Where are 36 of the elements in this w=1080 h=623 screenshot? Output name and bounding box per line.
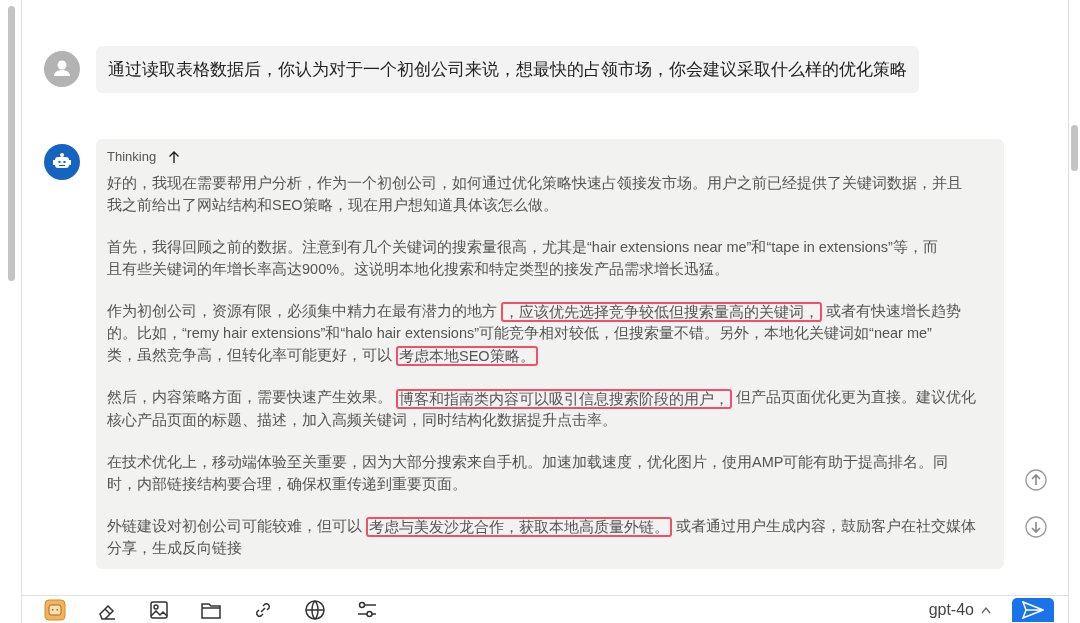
user-message: 通过读取表格数据后，你认为对于一个初创公司来说，想最快的占领市场，你会建议采取什么样的优化策略 xyxy=(96,46,919,93)
paragraph-text: 核心产品页面的标题、描述，加入高频关键词，同时结构化数据提升点击率。 xyxy=(107,411,617,428)
paragraph-text: 类，虽然竞争高，但转化率可能更好，可以 xyxy=(107,347,392,364)
paragraph-text: 的。比如，“remy hair extensions”和“halo hair extensions”可能竞争相对较低，但搜索量不错。另外，本地化关键词如“near me” xyxy=(107,325,932,342)
send-button[interactable] xyxy=(1012,597,1054,622)
paragraph-text: 或者有快速增长趋势 xyxy=(826,303,961,319)
highlighted-text: 考虑本地SEO策略。 xyxy=(396,346,538,367)
paragraph-text: 首先，我得回顾之前的数据。注意到有几个关键词的搜索量很高，尤其是“hair extensions near me”和“tape in extensions”等，而 xyxy=(107,239,938,255)
model-selector[interactable]: gpt-4o xyxy=(928,600,974,619)
paragraph-text: 在技术优化上，移动端体验至关重要，因为大部分搜索来自手机。加速加载速度，优化图片，使用AMP可能有助于提高排名。同 xyxy=(107,453,949,470)
paragraph-text: 且有些关键词的年增长率高达900%。这说明本地化搜索和特定类型的接发产品需求增长迅猛。 xyxy=(107,261,730,277)
globe-icon[interactable] xyxy=(304,598,326,621)
scrollbar[interactable] xyxy=(1071,125,1078,171)
user-avatar-icon xyxy=(44,51,80,87)
paragraph-text: 或者通过用户生成内容，鼓励客户在社交媒体 xyxy=(676,517,976,534)
scroll-up-icon[interactable] xyxy=(1025,469,1047,491)
paragraph-text: 好的，我现在需要帮用户分析，作为一个初创公司，如何通过优化策略快速占领接发市场。用户之前已经提供了关键词数据，并且 xyxy=(107,175,962,191)
highlighted-text: ，应该优先选择竞争较低但搜索量高的关键词， xyxy=(501,302,822,323)
collapse-arrow-icon[interactable] xyxy=(168,149,181,164)
highlighted-text: 博客和指南类内容可以吸引信息搜索阶段的用户， xyxy=(396,388,732,409)
image-icon[interactable] xyxy=(148,598,170,621)
paragraph-text: 然后，内容策略方面，需要快速产生效果。 xyxy=(107,389,392,406)
scroll-down-icon[interactable] xyxy=(1025,516,1047,538)
paragraph-text: 分享，生成反向链接 xyxy=(107,539,242,556)
paragraph-text: 作为初创公司，资源有限，必须集中精力在最有潜力的地方 xyxy=(107,303,497,319)
thinking-label: Thinking xyxy=(107,149,157,164)
caret-icon[interactable] xyxy=(980,605,992,614)
send-icon xyxy=(1022,600,1044,619)
paragraph-text: 但产品页面优化更为直接。建议优化 xyxy=(736,389,976,406)
scrollbar[interactable] xyxy=(8,6,15,281)
robot-avatar-icon xyxy=(44,144,80,180)
highlighted-text: 考虑与美发沙龙合作，获取本地高质量外链。 xyxy=(366,516,672,537)
paragraph-text: 时，内部链接结构要合理，确保权重传递到重要页面。 xyxy=(107,475,467,492)
paragraph-text: 外链建设对初创公司可能较难，但可以 xyxy=(107,517,362,534)
paragraph-text: 我之前给出了网站结构和SEO策略，现在用户想知道具体该怎么做。 xyxy=(107,197,558,213)
assistant-app-icon[interactable] xyxy=(44,598,66,621)
